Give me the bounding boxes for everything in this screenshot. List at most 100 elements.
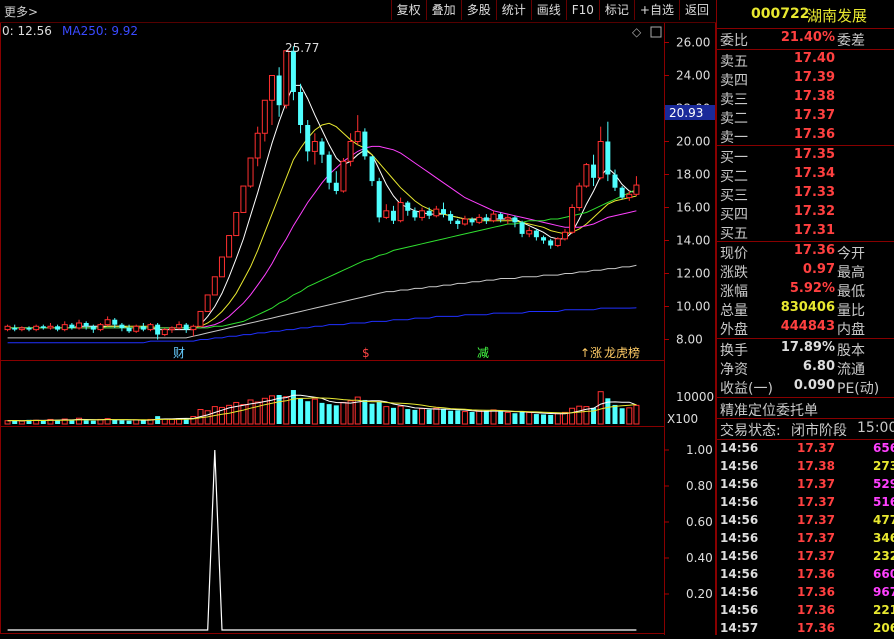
volume-bar	[633, 404, 640, 425]
event-marker-dragon-tiger[interactable]: 龙虎榜	[604, 345, 640, 360]
stock-title[interactable]: 000722 湖南发展	[717, 0, 894, 28]
panel-toggle-icon[interactable]	[650, 26, 662, 38]
candle-body	[397, 202, 404, 222]
candle-body	[554, 238, 561, 246]
quote-value: 0.97	[802, 262, 835, 277]
bid-row[interactable]: 买四 17.32	[717, 204, 894, 223]
top-toolbar: 更多> 复权 叠加 多股 统计 画线 F10 标记 +自选 返回	[0, 0, 716, 23]
volume-bar	[512, 413, 518, 424]
tick-row[interactable]: 14:56 17.37 477	[719, 513, 894, 531]
event-marker-finance[interactable]: 财	[173, 346, 185, 360]
candle-body	[190, 325, 197, 331]
tick-volume: 529	[873, 477, 894, 491]
weicha-label: 委差	[837, 33, 865, 49]
candle-body	[83, 323, 89, 327]
volume-bar	[40, 420, 46, 424]
tick-price: 17.37	[797, 549, 835, 563]
candle-body	[440, 209, 446, 215]
ask-row[interactable]: 卖一 17.36	[717, 127, 894, 146]
candle-body	[47, 325, 54, 329]
tick-row[interactable]: 14:56 17.37 656	[719, 441, 894, 459]
stats-value: 17.89%	[780, 340, 835, 355]
multi-stock-button[interactable]: 多股	[460, 0, 496, 20]
ma250-readout: MA250: 9.92	[62, 24, 138, 38]
event-marker-reduce[interactable]: 减	[477, 346, 489, 360]
tick-row[interactable]: 14:56 17.37 346	[719, 531, 894, 549]
candle-body	[33, 325, 40, 331]
ask-row[interactable]: 卖五 17.40	[717, 51, 894, 70]
bid-row[interactable]: 买一 17.35	[717, 147, 894, 166]
mark-button[interactable]: 标记	[598, 0, 634, 20]
tick-row[interactable]: 14:56 17.37 232	[719, 549, 894, 567]
quote-value: 444843	[780, 319, 835, 334]
tick-time: 14:56	[720, 603, 759, 617]
quote-label2: 内盘	[837, 322, 865, 338]
quote-row: 涨幅 5.92% 最低	[717, 281, 894, 300]
overlay-button[interactable]: 叠加	[425, 0, 461, 20]
tick-volume: 516	[873, 495, 894, 509]
ask-price: 17.38	[793, 89, 835, 104]
volume-bar	[504, 411, 511, 425]
quote-label2: 今开	[837, 246, 865, 262]
tick-time: 14:56	[720, 441, 759, 455]
candle-body	[526, 230, 533, 235]
fuquan-button[interactable]: 复权	[390, 0, 426, 20]
trade-status-time: 15:00	[857, 420, 894, 436]
tick-row[interactable]: 14:56 17.36 967	[719, 585, 894, 603]
diamond-icon[interactable]: ◇	[632, 25, 642, 39]
tick-time: 14:56	[720, 567, 759, 581]
event-marker-dollar[interactable]: $	[362, 346, 370, 360]
ask-price: 17.40	[793, 51, 835, 66]
volume-bar	[112, 419, 118, 424]
precise-order-row[interactable]: 精准定位委托单	[717, 400, 894, 419]
volume-bar	[240, 404, 247, 425]
ma-left-readout: 0: 12.56	[2, 24, 52, 38]
tick-row[interactable]: 14:56 17.37 516	[719, 495, 894, 513]
draw-line-button[interactable]: 画线	[530, 0, 566, 20]
ask-row[interactable]: 卖二 17.37	[717, 108, 894, 127]
event-marker-limit-up[interactable]: ↑涨	[580, 345, 602, 360]
back-button[interactable]: 返回	[678, 0, 714, 20]
tick-price: 17.37	[797, 441, 835, 455]
quote-label: 涨幅	[720, 284, 748, 300]
candle-body	[597, 141, 604, 179]
volume-bar	[233, 401, 240, 425]
bid-row[interactable]: 买五 17.31	[717, 223, 894, 242]
volume-bar	[576, 405, 583, 425]
ask-row[interactable]: 卖四 17.39	[717, 70, 894, 89]
candle-body	[583, 164, 590, 187]
tick-time: 14:56	[720, 513, 759, 527]
candle-body	[419, 210, 426, 218]
precise-order-label[interactable]: 精准定位委托单	[720, 400, 818, 420]
tick-row[interactable]: 14:56 17.36 660	[719, 567, 894, 585]
f10-button[interactable]: F10	[565, 0, 599, 20]
statistics-button[interactable]: 统计	[495, 0, 531, 20]
quote-label: 总量	[720, 303, 748, 319]
volume-bar	[376, 402, 382, 424]
tick-row[interactable]: 14:56 17.37 529	[719, 477, 894, 495]
candle-body	[455, 220, 461, 224]
tick-volume: 660	[873, 567, 894, 581]
stats-label2: 股本	[837, 343, 865, 359]
candle-body	[561, 231, 568, 240]
bid-row[interactable]: 买二 17.34	[717, 166, 894, 185]
volume-bar	[426, 409, 432, 424]
candle-body	[147, 324, 154, 331]
tick-row[interactable]: 14:57 17.36 206	[719, 621, 894, 639]
quote-value: 830406	[780, 300, 835, 315]
volume-bar	[612, 404, 618, 424]
volume-bar	[18, 420, 25, 425]
tick-row[interactable]: 14:56 17.38 273	[719, 459, 894, 477]
more-menu[interactable]: 更多>	[4, 3, 38, 20]
kline-chart-area[interactable]: 1.000.800.600.400.20 26.0024.0022.0020.0…	[0, 0, 716, 635]
tick-row[interactable]: 14:56 17.36 221	[719, 603, 894, 621]
add-watchlist-button[interactable]: +自选	[633, 0, 679, 20]
stats-label2: 流通	[837, 362, 865, 378]
ask-label: 卖五	[720, 54, 748, 70]
candle-body	[541, 237, 547, 241]
ask-row[interactable]: 卖三 17.38	[717, 89, 894, 108]
candle-body	[161, 329, 168, 336]
bid-row[interactable]: 买三 17.33	[717, 185, 894, 204]
bid-price: 17.31	[793, 223, 835, 238]
candle-body	[619, 187, 625, 198]
